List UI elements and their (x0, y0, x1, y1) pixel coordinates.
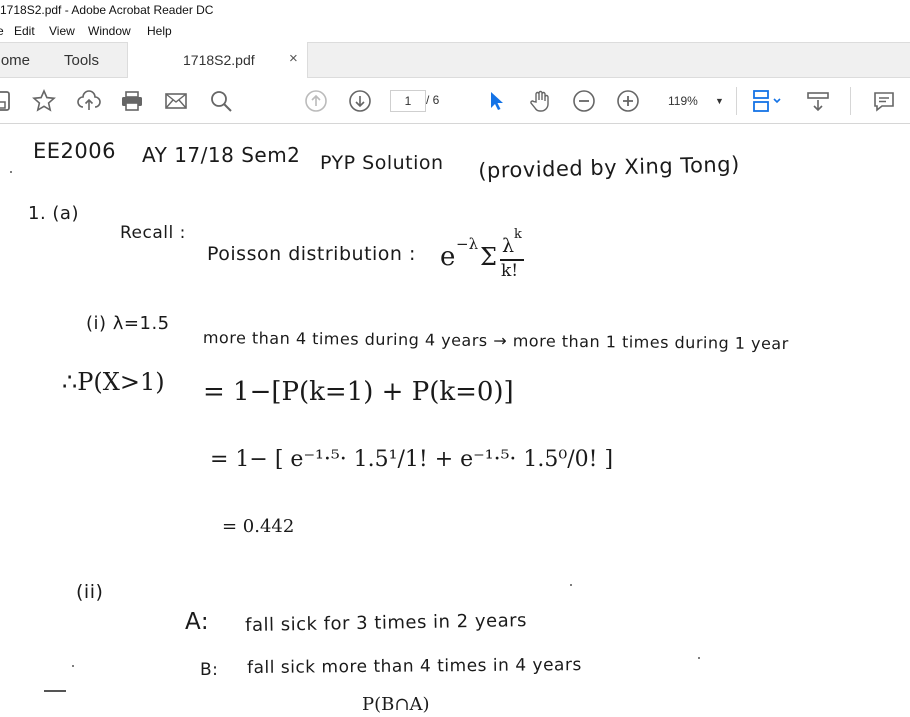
calc-line-1: = 1−[P(k=1) + P(k=0)] (203, 377, 514, 407)
document-page[interactable]: EE2006 AY 17/18 Sem2 PYP Solution (provi… (0, 125, 910, 717)
page-view-icon[interactable] (752, 89, 786, 113)
pointer-icon[interactable] (484, 89, 508, 113)
upload-icon[interactable] (77, 89, 101, 113)
chevron-down-icon: ▼ (715, 96, 724, 106)
comment-icon[interactable] (872, 89, 896, 113)
doc-kind: PYP Solution (320, 152, 444, 174)
tab-document[interactable]: 1718S2.pdf × (127, 42, 308, 78)
window-title-bar: 1718S2.pdf - Adobe Acrobat Reader DC (0, 0, 910, 22)
scan-mark (44, 690, 66, 692)
scroll-icon[interactable] (806, 89, 830, 113)
scan-speck (10, 171, 12, 173)
event-a-label: A: (185, 609, 210, 635)
scan-speck (72, 665, 74, 667)
toolbar-separator (736, 87, 737, 115)
scan-speck (698, 657, 700, 659)
event-b-label: B: (200, 660, 219, 680)
calc-line-2: = 1− [ e⁻¹·⁵· 1.5¹/1! + e⁻¹·⁵· 1.5⁰/0! ] (210, 447, 614, 472)
menu-window[interactable]: Window (88, 24, 131, 38)
q1-poisson-label: Poisson distribution : (207, 243, 416, 265)
tab-tools[interactable]: Tools (64, 52, 99, 69)
tab-document-label: 1718S2.pdf (183, 52, 255, 68)
doc-credit: (provided by Xing Tong) (478, 152, 741, 183)
menu-view[interactable]: View (49, 24, 75, 38)
q1-recall: Recall : (120, 223, 186, 243)
zoom-out-icon[interactable] (572, 89, 596, 113)
part-i-label: (i) λ=1.5 (86, 313, 170, 334)
poisson-numerator: λ (502, 235, 515, 257)
q1-label: 1. (a) (28, 203, 79, 224)
scan-speck (570, 584, 572, 586)
poisson-denominator: k! (501, 261, 519, 281)
menu-bar: e Edit View Window Help (0, 22, 910, 42)
save-icon[interactable] (0, 89, 14, 113)
close-tab-icon[interactable]: × (289, 50, 298, 67)
page-total: / 6 (426, 93, 440, 107)
toolbar: 1 / 6 119% ▼ (0, 78, 910, 124)
menu-help[interactable]: Help (147, 24, 172, 38)
star-icon[interactable] (32, 89, 56, 113)
zoom-in-icon[interactable] (616, 89, 640, 113)
poisson-numerator-exponent: k (514, 227, 522, 242)
zoom-level-value: 119% (668, 94, 698, 108)
menu-edit[interactable]: Edit (14, 24, 35, 38)
event-a-text: fall sick for 3 times in 2 years (245, 610, 528, 636)
tab-home[interactable]: Home (0, 52, 30, 69)
probability-label: ∴P(X>1) (62, 368, 165, 396)
probability-b-given-a: P(B∩A) (362, 694, 430, 715)
mail-icon[interactable] (164, 89, 188, 113)
toolbar-separator (850, 87, 851, 115)
hand-icon[interactable] (528, 89, 552, 113)
tab-bar: Home Tools 1718S2.pdf × (0, 42, 910, 78)
doc-term: AY 17/18 Sem2 (142, 143, 301, 167)
page-up-icon[interactable] (304, 89, 328, 113)
part-ii-label: (ii) (76, 581, 104, 603)
poisson-e: e (440, 242, 456, 272)
page-number-input[interactable]: 1 (390, 90, 426, 112)
window-title: 1718S2.pdf - Adobe Acrobat Reader DC (0, 3, 214, 17)
poisson-exponent: −λ (456, 235, 479, 253)
part-i-statement: more than 4 times during 4 years → more … (202, 328, 789, 354)
zoom-level-select[interactable]: 119% ▼ (660, 90, 728, 112)
print-icon[interactable] (120, 89, 144, 113)
doc-course-code: EE2006 (33, 139, 116, 163)
menu-file-fragment[interactable]: e (0, 24, 4, 38)
event-b-text: fall sick more than 4 times in 4 years (247, 655, 582, 678)
poisson-sigma: Σ (480, 243, 497, 271)
search-icon[interactable] (209, 89, 233, 113)
page-down-icon[interactable] (348, 89, 372, 113)
calc-line-3: = 0.442 (222, 516, 295, 537)
